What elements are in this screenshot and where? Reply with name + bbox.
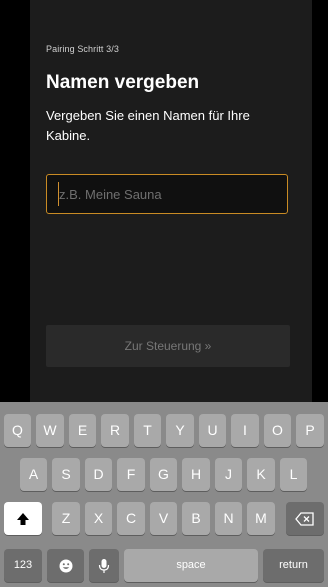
dictation-key[interactable]: [89, 549, 119, 582]
key-f[interactable]: F: [117, 458, 145, 491]
key-p[interactable]: P: [296, 414, 324, 447]
key-u[interactable]: U: [199, 414, 226, 447]
key-k[interactable]: K: [247, 458, 275, 491]
backspace-icon: [295, 512, 314, 526]
text-caret: [58, 182, 59, 206]
step-indicator: Pairing Schritt 3/3: [46, 44, 119, 54]
key-o[interactable]: O: [264, 414, 291, 447]
key-n[interactable]: N: [215, 502, 242, 535]
key-a[interactable]: A: [20, 458, 47, 491]
shift-arrow-icon: [17, 513, 29, 526]
key-i[interactable]: I: [231, 414, 259, 447]
key-h[interactable]: H: [182, 458, 210, 491]
pairing-screen: Pairing Schritt 3/3 Namen vergeben Verge…: [0, 0, 328, 402]
key-c[interactable]: C: [117, 502, 145, 535]
key-m[interactable]: M: [247, 502, 275, 535]
key-l[interactable]: L: [280, 458, 307, 491]
return-key[interactable]: return: [263, 549, 324, 582]
page-title: Namen vergeben: [46, 72, 200, 93]
key-e[interactable]: E: [69, 414, 96, 447]
key-z[interactable]: Z: [52, 502, 80, 535]
key-q[interactable]: Q: [4, 414, 31, 447]
key-s[interactable]: S: [52, 458, 80, 491]
numbers-key[interactable]: 123: [4, 549, 42, 582]
key-v[interactable]: V: [150, 502, 177, 535]
shift-key[interactable]: [4, 502, 42, 535]
on-screen-keyboard: Q W E R T Y U I O P A S D F G H J K L Z …: [0, 402, 328, 587]
microphone-icon: [98, 559, 110, 574]
space-key[interactable]: space: [124, 549, 258, 582]
key-j[interactable]: J: [215, 458, 242, 491]
key-b[interactable]: B: [182, 502, 210, 535]
emoji-icon: [59, 559, 72, 573]
key-x[interactable]: X: [85, 502, 112, 535]
key-g[interactable]: G: [150, 458, 177, 491]
page-description: Vergeben Sie einen Namen für Ihre Kabine…: [46, 108, 250, 143]
key-r[interactable]: R: [101, 414, 129, 447]
cabin-name-input[interactable]: [46, 174, 288, 214]
backspace-key[interactable]: [286, 502, 324, 535]
key-t[interactable]: T: [134, 414, 161, 447]
key-w[interactable]: W: [36, 414, 64, 447]
key-d[interactable]: D: [85, 458, 112, 491]
emoji-key[interactable]: [47, 549, 84, 582]
continue-to-control-button[interactable]: Zur Steuerung »: [46, 325, 290, 367]
key-y[interactable]: Y: [166, 414, 194, 447]
